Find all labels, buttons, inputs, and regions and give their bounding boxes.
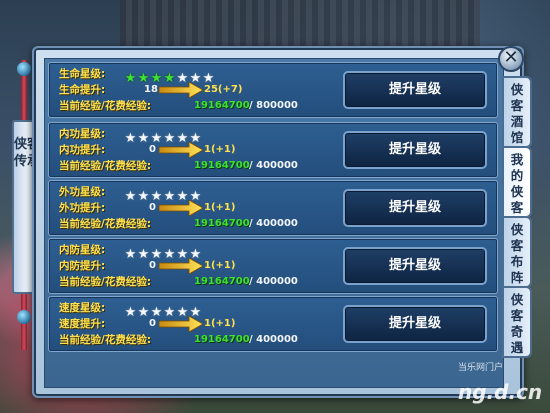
- background-roof: [120, 0, 480, 50]
- star-level-label: 外功星级:: [59, 186, 106, 198]
- star-empty-icon: ★: [124, 189, 137, 204]
- upgrade-arrow-icon: [159, 200, 203, 216]
- star-empty-icon: ★: [124, 305, 137, 320]
- tab-tavern[interactable]: 侠客酒馆: [502, 76, 532, 148]
- experience-cost: / 400000: [249, 218, 298, 229]
- tab-formation[interactable]: 侠客布阵: [502, 216, 532, 288]
- tab-adventure[interactable]: 侠客奇遇: [502, 286, 532, 358]
- tab-label: 我的侠客: [510, 152, 524, 215]
- attribute-up-label: 内功提升:: [59, 144, 106, 156]
- star-empty-icon: ★: [124, 131, 137, 146]
- tab-label: 侠客布阵: [510, 222, 524, 285]
- experience-label: 当前经验/花费经验:: [59, 334, 152, 346]
- attribute-up-label: 外功提升:: [59, 202, 106, 214]
- experience-cost: / 400000: [249, 334, 298, 345]
- experience-cost: / 800000: [249, 100, 298, 111]
- scroll-bottom-knob: [17, 310, 31, 324]
- scroll-top-knob: [17, 62, 31, 76]
- attribute-up-label: 内防提升:: [59, 260, 106, 272]
- attribute-row: 内功星级: ★★★★★★ 内功提升: 0 1(+1) 当前经验/花费经验: 19…: [48, 122, 498, 178]
- experience-label: 当前经验/花费经验:: [59, 160, 152, 172]
- upgrade-arrow-icon: [159, 258, 203, 274]
- upgrade-arrow-icon: [159, 142, 203, 158]
- current-value: 0: [149, 202, 156, 213]
- current-experience: 19164700: [194, 218, 250, 229]
- upgrade-arrow-icon: [159, 316, 203, 332]
- close-button[interactable]: ✕: [498, 46, 524, 72]
- upgrade-star-button[interactable]: 提升星级: [343, 189, 487, 227]
- upgrade-star-button[interactable]: 提升星级: [343, 71, 487, 109]
- experience-cost: / 400000: [249, 276, 298, 287]
- current-value: 18: [144, 84, 158, 95]
- star-rating: ★★★★★★★: [124, 67, 215, 85]
- next-value: 1(+1): [204, 202, 236, 213]
- star-empty-icon: ★: [124, 247, 137, 262]
- current-experience: 19164700: [194, 334, 250, 345]
- current-experience: 19164700: [194, 160, 250, 171]
- next-value: 1(+1): [204, 260, 236, 271]
- star-rating: ★★★★★★: [124, 127, 202, 145]
- star-level-label: 内功星级:: [59, 128, 106, 140]
- star-level-label: 速度星级:: [59, 302, 106, 314]
- upgrade-star-button[interactable]: 提升星级: [343, 247, 487, 285]
- attribute-up-label: 生命提升:: [59, 84, 106, 96]
- star-rating: ★★★★★★: [124, 301, 202, 319]
- current-experience: 19164700: [194, 100, 250, 111]
- tab-label: 侠客奇遇: [510, 292, 524, 355]
- watermark-top: 当乐网门户: [458, 363, 504, 373]
- attribute-row: 内防星级: ★★★★★★ 内防提升: 0 1(+1) 当前经验/花费经验: 19…: [48, 238, 498, 294]
- star-level-label: 内防星级:: [59, 244, 106, 256]
- watermark-bottom: ng.d.cn: [458, 380, 543, 404]
- upgrade-arrow-icon: [159, 82, 203, 98]
- next-value: 1(+1): [204, 144, 236, 155]
- experience-label: 当前经验/花费经验:: [59, 218, 152, 230]
- next-value: 1(+1): [204, 318, 236, 329]
- experience-label: 当前经验/花费经验:: [59, 276, 152, 288]
- tab-label: 侠客酒馆: [510, 82, 524, 145]
- attribute-row: 外功星级: ★★★★★★ 外功提升: 0 1(+1) 当前经验/花费经验: 19…: [48, 180, 498, 236]
- attribute-row: 速度星级: ★★★★★★ 速度提升: 0 1(+1) 当前经验/花费经验: 19…: [48, 296, 498, 352]
- star-level-label: 生命星级:: [59, 68, 106, 80]
- current-value: 0: [149, 144, 156, 155]
- experience-cost: / 400000: [249, 160, 298, 171]
- current-value: 0: [149, 260, 156, 271]
- site-watermark: 当乐网门户 ng.d.cn: [458, 360, 550, 410]
- upgrade-star-button[interactable]: 提升星级: [343, 131, 487, 169]
- attribute-up-label: 速度提升:: [59, 318, 106, 330]
- star-filled-icon: ★: [124, 71, 137, 86]
- star-rating: ★★★★★★: [124, 243, 202, 261]
- current-value: 0: [149, 318, 156, 329]
- star-rating: ★★★★★★: [124, 185, 202, 203]
- attribute-row: 生命星级: ★★★★★★★ 生命提升: 18 25(+7) 当前经验/花费经验:…: [48, 62, 498, 118]
- current-experience: 19164700: [194, 276, 250, 287]
- tab-my-heroes[interactable]: 我的侠客: [502, 146, 532, 218]
- experience-label: 当前经验/花费经验:: [59, 100, 152, 112]
- next-value: 25(+7): [204, 84, 243, 95]
- upgrade-star-button[interactable]: 提升星级: [343, 305, 487, 343]
